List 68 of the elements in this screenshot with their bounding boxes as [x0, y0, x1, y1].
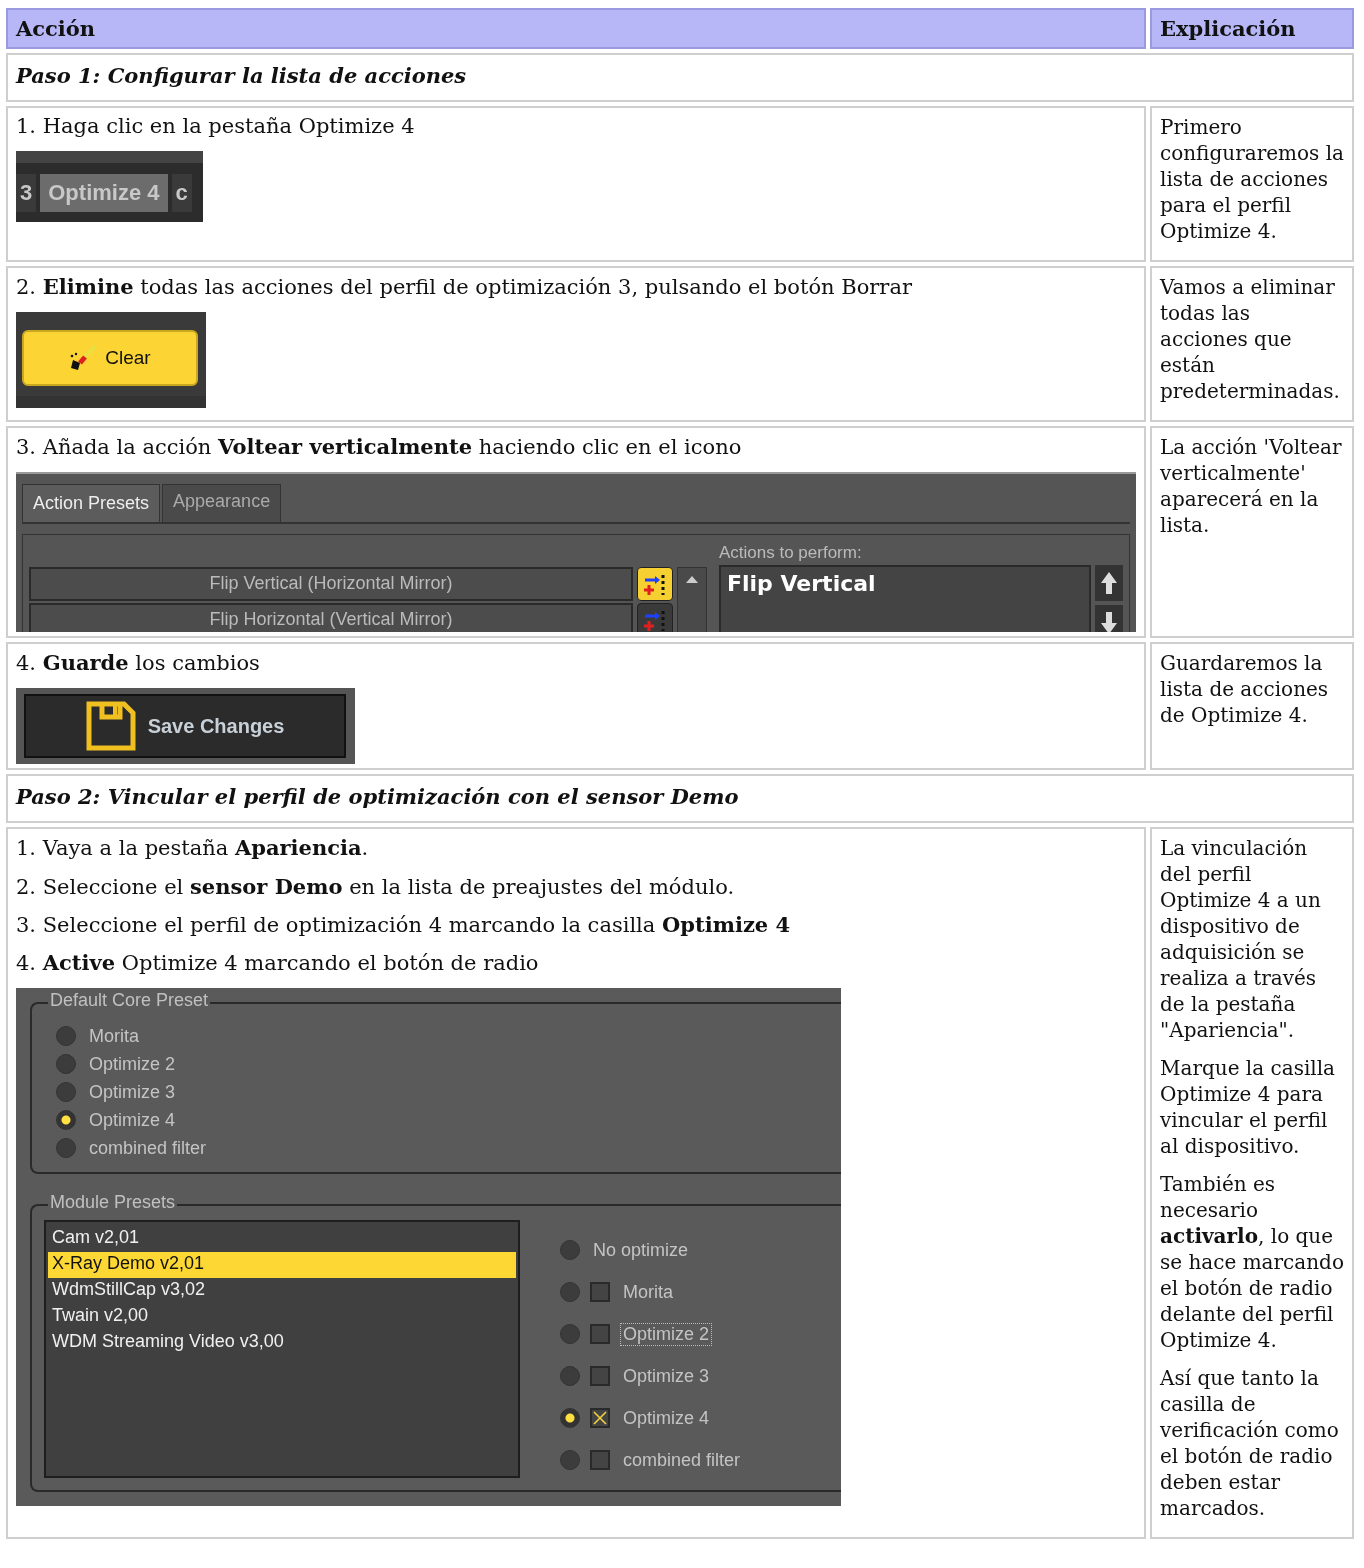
step-text: 4. Active Optimize 4 marcando el botón de radio: [16, 949, 540, 977]
option-label: Morita: [622, 1280, 674, 1304]
section-title: Paso 1: Configurar la lista de acciones: [6, 53, 1354, 102]
checkbox[interactable]: [590, 1408, 610, 1429]
option-label: No optimize: [592, 1238, 690, 1262]
radio-button[interactable]: [56, 1138, 76, 1159]
option-label: Optimize 2: [88, 1052, 177, 1076]
option-label: Optimize 3: [622, 1364, 711, 1388]
radio-button[interactable]: [560, 1450, 580, 1471]
tab[interactable]: 3: [16, 173, 37, 212]
radio-button[interactable]: [560, 1324, 580, 1345]
option-label: combined filter: [88, 1136, 208, 1160]
option-label: Optimize 2: [620, 1322, 713, 1346]
explanation-text: La acción 'Voltear verticalmente' aparecerá en la lista.: [1160, 434, 1343, 538]
add-action-icon[interactable]: [637, 567, 673, 602]
radio-button[interactable]: [56, 1082, 76, 1103]
option-label: Optimize 3: [88, 1080, 177, 1104]
list-item[interactable]: X-Ray Demo v2,01: [48, 1252, 516, 1279]
actions-list[interactable]: Flip Vertical: [719, 565, 1091, 633]
radio-button[interactable]: [560, 1282, 580, 1303]
up-arrow-icon[interactable]: [685, 574, 699, 585]
section-title: Paso 2: Vincular el perfil de optimización con el sensor Demo: [6, 774, 1354, 824]
step-text: 4. Guarde los cambios: [16, 650, 261, 677]
explanation-text: La vinculación del perfil Optimize 4 a un dispositivo de adquisición se realiza a través de la pestaña "Apariencia".: [1160, 835, 1322, 1044]
checkbox[interactable]: [590, 1450, 610, 1471]
preset-item[interactable]: Flip Horizontal (Vertical Mirror): [29, 603, 633, 633]
tab[interactable]: Appearance: [162, 484, 282, 523]
clear-button[interactable]: Clear: [22, 330, 198, 387]
scrollbar[interactable]: [677, 567, 707, 633]
tab[interactable]: c: [171, 173, 192, 212]
floppy-disk-icon: [85, 701, 136, 752]
radio-button[interactable]: [56, 1026, 76, 1047]
step-text: 2. Elimine todas las acciones del perfil de optimización 3, pulsando el botón Borrar: [16, 274, 913, 301]
list-item[interactable]: WDM Streaming Video v3,00: [48, 1330, 516, 1357]
explanation-text: Primero configuraremos la lista de acciones para el perfil Optimize 4.: [1160, 114, 1344, 244]
radio-button[interactable]: [56, 1054, 76, 1075]
step-text: 1. Vaya a la pestaña Apariencia.: [16, 835, 370, 862]
option-label: Morita: [88, 1024, 140, 1048]
list-item[interactable]: Cam v2,01: [48, 1226, 516, 1253]
checkbox[interactable]: [590, 1282, 610, 1303]
radio-button[interactable]: [560, 1408, 580, 1429]
explanation-text: Vamos a eliminar todas las acciones que están predeterminadas.: [1160, 274, 1341, 404]
column-header: Explicación: [1150, 8, 1354, 49]
step-text: 2. Seleccione el sensor Demo en la lista de preajustes del módulo.: [16, 873, 736, 900]
option-label: combined filter: [622, 1448, 742, 1472]
radio-button[interactable]: [56, 1110, 76, 1131]
step-text: 3. Añada la acción Voltear verticalmente haciendo clic en el icono: [16, 434, 743, 461]
checkbox[interactable]: [590, 1366, 610, 1387]
tab[interactable]: Action Presets: [22, 484, 161, 523]
option-label: Optimize 4: [622, 1406, 711, 1430]
step-text: 1. Haga clic en la pestaña Optimize 4: [16, 114, 416, 140]
explanation-text: Guardaremos la lista de acciones de Optimize 4.: [1160, 650, 1330, 729]
radio-button[interactable]: [560, 1366, 580, 1387]
step-text: 3. Seleccione el perfil de optimización 4 marcando la casilla Optimize 4: [16, 911, 792, 938]
column-header: Acción: [6, 8, 1146, 49]
explanation-text: Marque la casilla Optimize 4 para vincular el perfil al dispositivo.: [1160, 1055, 1337, 1160]
save-button[interactable]: Save Changes: [24, 694, 346, 759]
action-item[interactable]: Flip Vertical: [727, 571, 876, 597]
list-label: Actions to perform:: [719, 543, 863, 564]
preset-item[interactable]: Flip Vertical (Horizontal Mirror): [29, 567, 633, 602]
explanation-text: Así que tanto la casilla de verificación como el botón de radio deben estar marcados.: [1160, 1365, 1340, 1522]
explanation-text: También es necesario activarlo, lo que se hace marcando el botón de radio delante del perfil Optimize 4.: [1160, 1171, 1344, 1354]
radio-button[interactable]: [560, 1240, 580, 1261]
option-label: Optimize 4: [88, 1108, 177, 1132]
list-item[interactable]: WdmStillCap v3,02: [48, 1278, 516, 1305]
add-action-icon[interactable]: [637, 603, 673, 633]
list-item[interactable]: Twain v2,00: [48, 1304, 516, 1331]
checkbox[interactable]: [590, 1324, 610, 1345]
